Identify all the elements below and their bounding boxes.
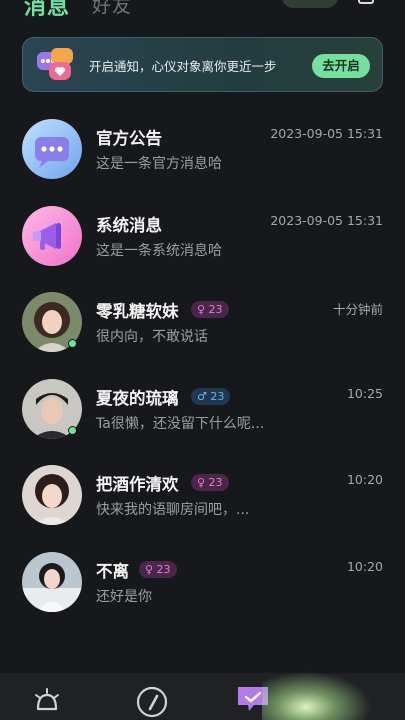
tab-messages[interactable]: 消息 xyxy=(24,0,70,21)
chat-bubbles-heart-icon xyxy=(37,48,73,80)
avatar xyxy=(22,205,82,266)
avatar xyxy=(22,465,82,526)
user-photo xyxy=(22,465,82,526)
conversation-list: 官方公告 这是一条官方消息哈 2023-09-05 15:31 系统消息 这是一… xyxy=(0,104,405,624)
gender-age-badge: ♀ 23 xyxy=(191,301,229,319)
contact-name: 系统消息 xyxy=(96,215,162,235)
timestamp: 2023-09-05 15:31 xyxy=(270,212,383,228)
notification-banner: 开启通知，心仪对象离你更近一步 去开启 xyxy=(22,37,383,92)
enable-notifications-button[interactable]: 去开启 xyxy=(312,54,370,78)
banner-text: 开启通知，心仪对象离你更近一步 xyxy=(89,59,277,74)
contact-name: 官方公告 xyxy=(96,129,162,148)
top-bar: 消息 好友 xyxy=(0,0,405,20)
gender-age-badge: ♀ 23 xyxy=(191,474,229,492)
megaphone-icon xyxy=(22,205,82,266)
conversation-user[interactable]: 零乳糖软妹 ♀ 23 很内向，不敢说话 十分钟前 xyxy=(0,277,405,364)
online-indicator xyxy=(68,425,77,435)
compass-icon[interactable] xyxy=(135,685,169,719)
last-message: 快来我的语聊房间吧，... xyxy=(96,502,250,519)
bell-icon[interactable] xyxy=(32,687,62,717)
chat-bubble-dots-icon xyxy=(22,119,82,179)
last-message: 这是一条官方消息哈 xyxy=(96,156,222,172)
active-tab-glow xyxy=(262,671,372,720)
conversation-system[interactable]: 系统消息 这是一条系统消息哈 2023-09-05 15:31 xyxy=(0,191,405,278)
user-photo xyxy=(22,551,82,612)
avatar xyxy=(22,119,82,179)
contact-name: 不离 xyxy=(96,561,129,581)
bottom-nav xyxy=(0,671,405,720)
avatar xyxy=(22,551,82,612)
timestamp: 十分钟前 xyxy=(332,302,383,318)
last-message: 很内向，不敢说话 xyxy=(96,329,208,346)
contact-name: 夏夜的琉璃 xyxy=(96,388,179,408)
contact-name: 把酒作清欢 xyxy=(96,475,179,495)
timestamp: 10:20 xyxy=(346,558,383,574)
last-message: 这是一条系统消息哈 xyxy=(96,242,222,259)
gender-age-badge: ♂ 23 xyxy=(191,387,231,405)
contacts-icon[interactable] xyxy=(358,0,374,4)
timestamp: 10:20 xyxy=(346,472,383,488)
status-pill[interactable] xyxy=(282,0,338,8)
tab-friends[interactable]: 好友 xyxy=(92,0,132,18)
last-message: Ta很懒，还没留下什么呢... xyxy=(96,415,265,432)
conversation-user[interactable]: 不离 ♀ 23 还好是你 10:20 xyxy=(0,537,405,624)
conversation-official[interactable]: 官方公告 这是一条官方消息哈 2023-09-05 15:31 xyxy=(0,104,405,191)
gender-age-badge: ♀ 23 xyxy=(139,560,177,578)
conversation-user[interactable]: 把酒作清欢 ♀ 23 快来我的语聊房间吧，... 10:20 xyxy=(0,450,405,537)
conversation-user[interactable]: 夏夜的琉璃 ♂ 23 Ta很懒，还没留下什么呢... 10:25 xyxy=(0,364,405,451)
online-indicator xyxy=(68,339,77,349)
timestamp: 10:25 xyxy=(346,385,383,401)
last-message: 还好是你 xyxy=(96,588,152,605)
timestamp: 2023-09-05 15:31 xyxy=(270,126,383,141)
contact-name: 零乳糖软妹 xyxy=(96,302,179,322)
